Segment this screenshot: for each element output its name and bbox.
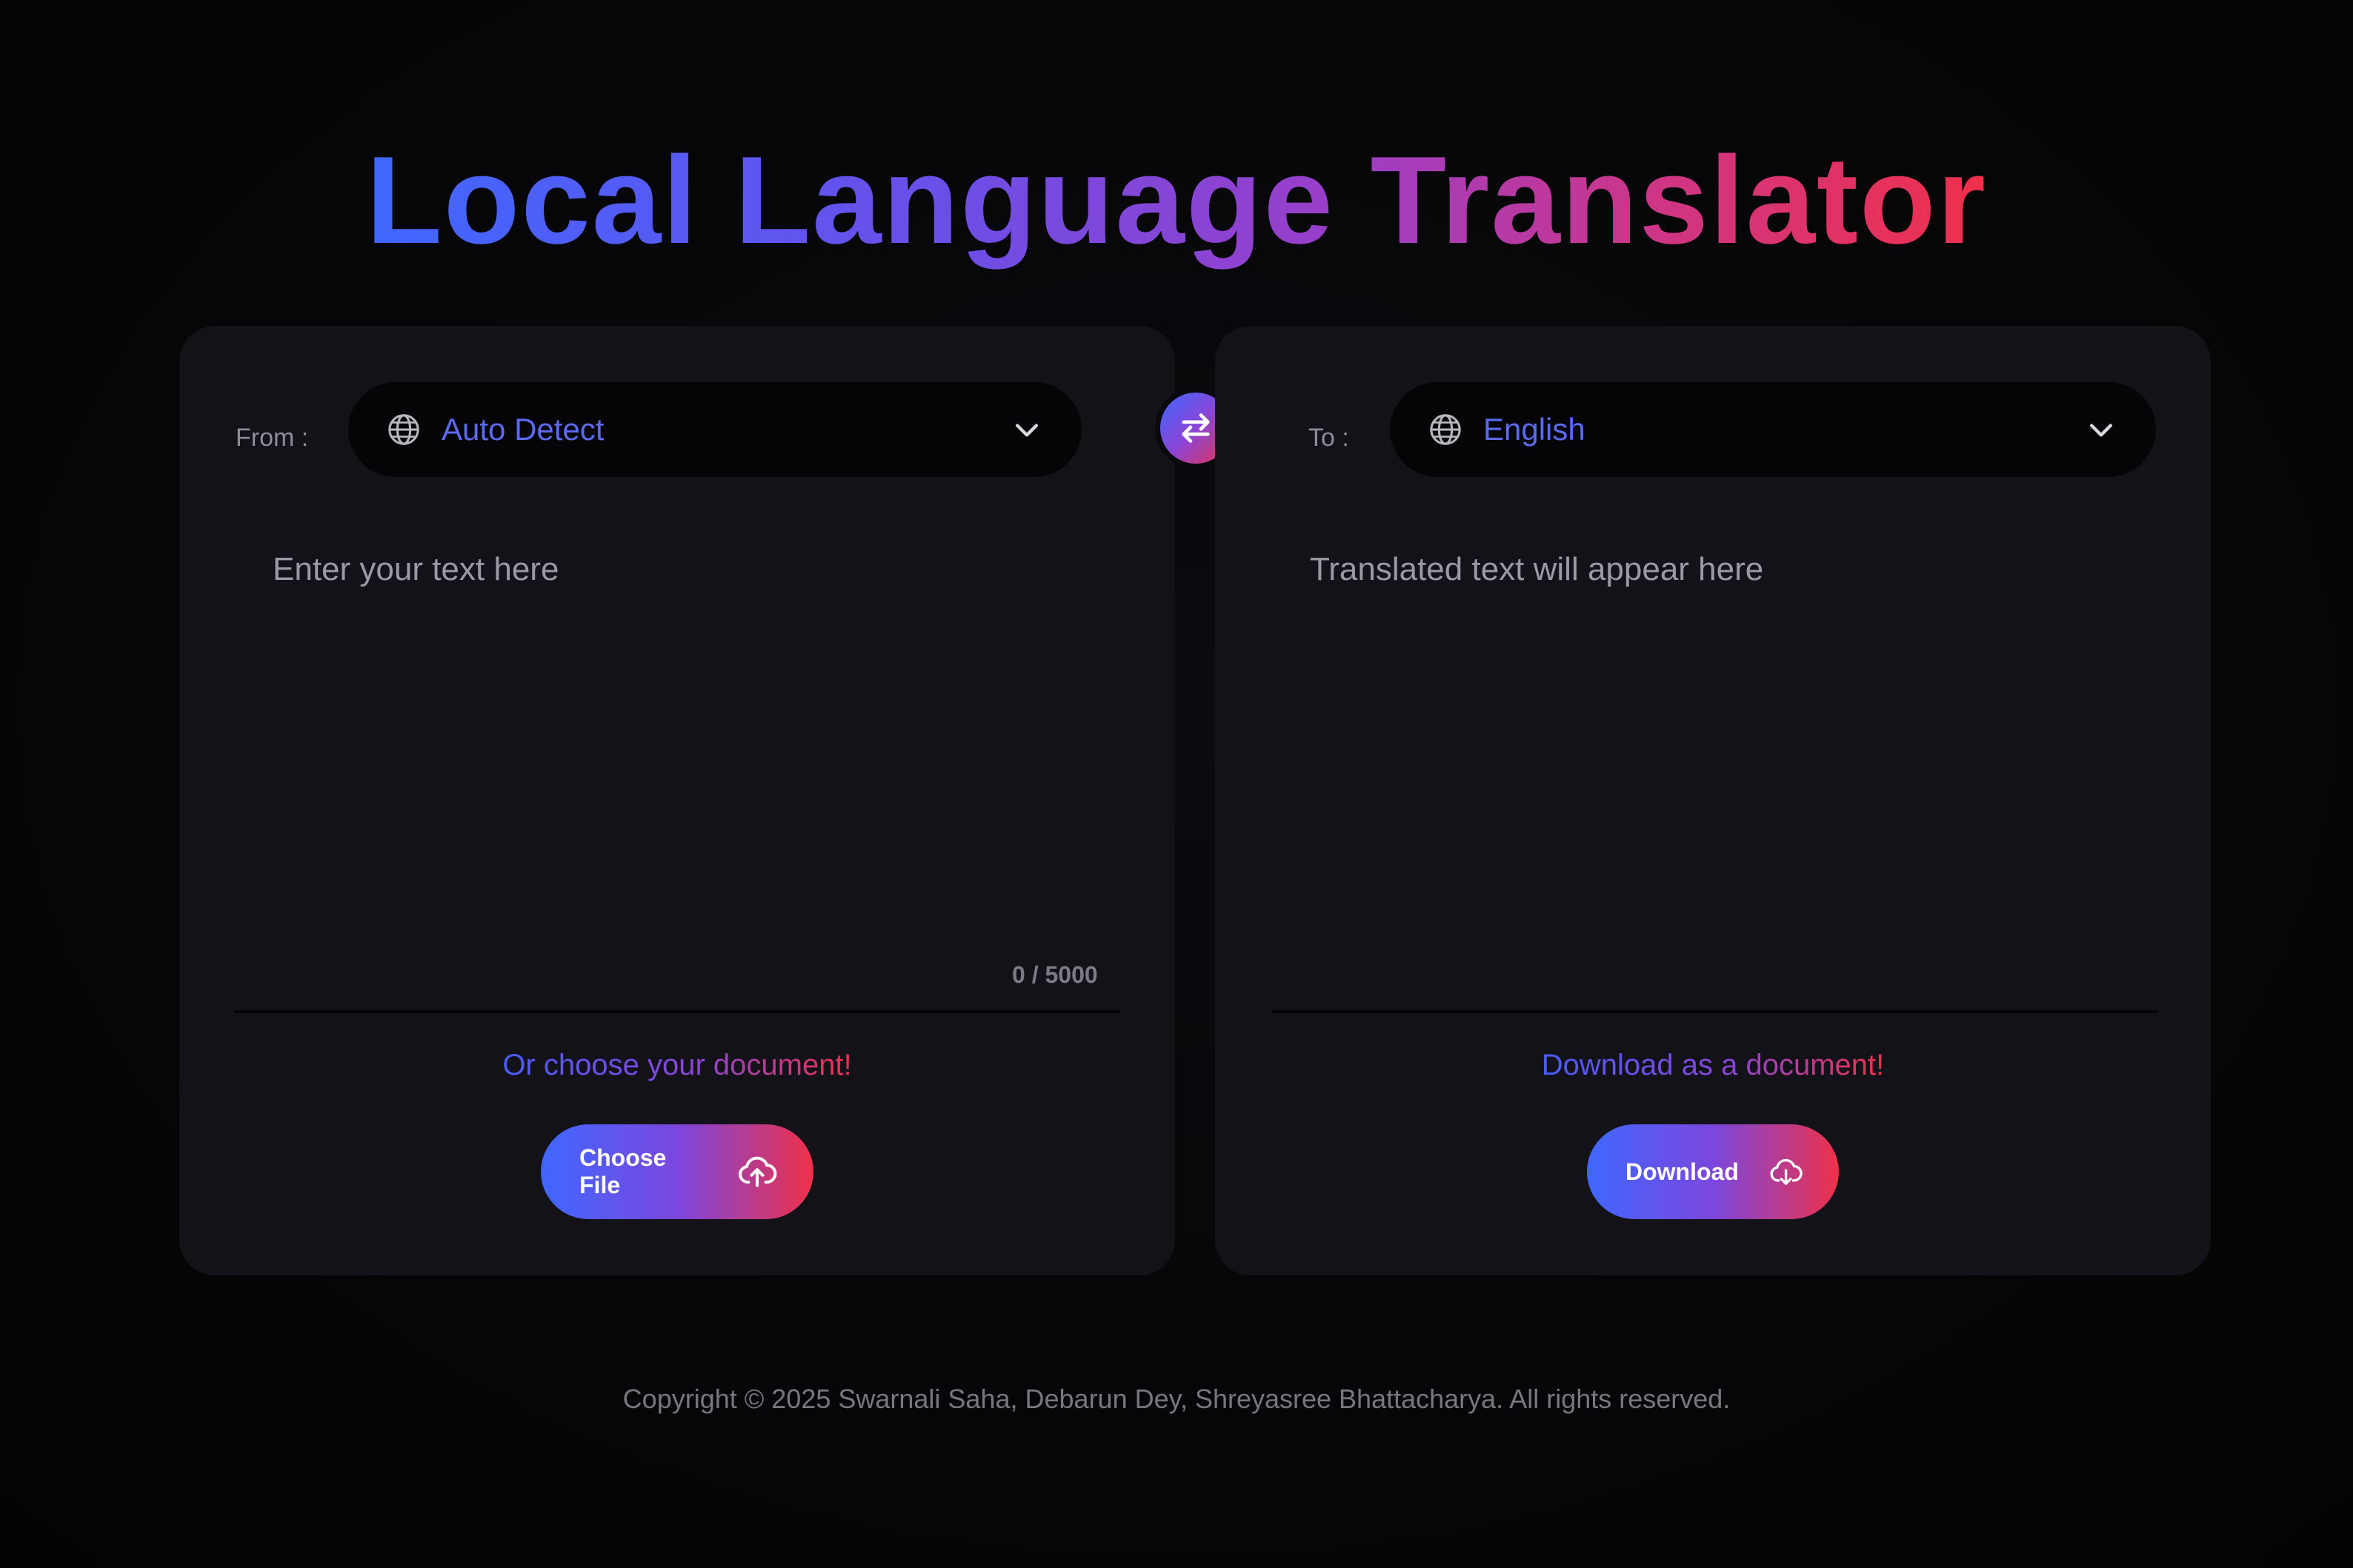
translated-text-output: Translated text will appear here xyxy=(1310,551,1764,587)
download-label: Download xyxy=(1625,1158,1739,1185)
chevron-down-icon xyxy=(2089,424,2113,437)
source-divider xyxy=(234,1010,1120,1013)
cloud-download-icon xyxy=(1770,1158,1803,1185)
chevron-down-icon xyxy=(1015,424,1039,437)
choose-file-label: Choose File xyxy=(579,1144,667,1198)
cloud-upload-icon xyxy=(739,1156,777,1187)
from-label: From : xyxy=(236,424,309,452)
target-language-select[interactable]: English xyxy=(1390,382,2156,477)
download-document-prompt: Download as a document! xyxy=(1541,1049,1885,1081)
globe-icon xyxy=(1430,414,1461,445)
choose-file-button[interactable]: Choose File xyxy=(541,1124,813,1219)
source-language-value: Auto Detect xyxy=(442,412,605,447)
download-button[interactable]: Download xyxy=(1587,1124,1839,1219)
page: Local Language Translator From : Auto De… xyxy=(0,0,2353,1568)
target-divider xyxy=(1271,1010,2157,1013)
page-title: Local Language Translator xyxy=(366,130,1987,270)
source-text-input[interactable]: Enter your text here xyxy=(273,551,559,588)
globe-icon xyxy=(388,414,419,445)
footer-copyright: Copyright © 2025 Swarnali Saha, Debarun … xyxy=(622,1384,1731,1414)
to-label: To : xyxy=(1308,424,1349,452)
swap-arrows-icon xyxy=(1182,413,1210,443)
choose-document-prompt: Or choose your document! xyxy=(502,1049,852,1081)
target-language-value: English xyxy=(1483,412,1585,447)
character-counter: 0 / 5000 xyxy=(1012,961,1098,988)
source-language-select[interactable]: Auto Detect xyxy=(348,382,1082,477)
